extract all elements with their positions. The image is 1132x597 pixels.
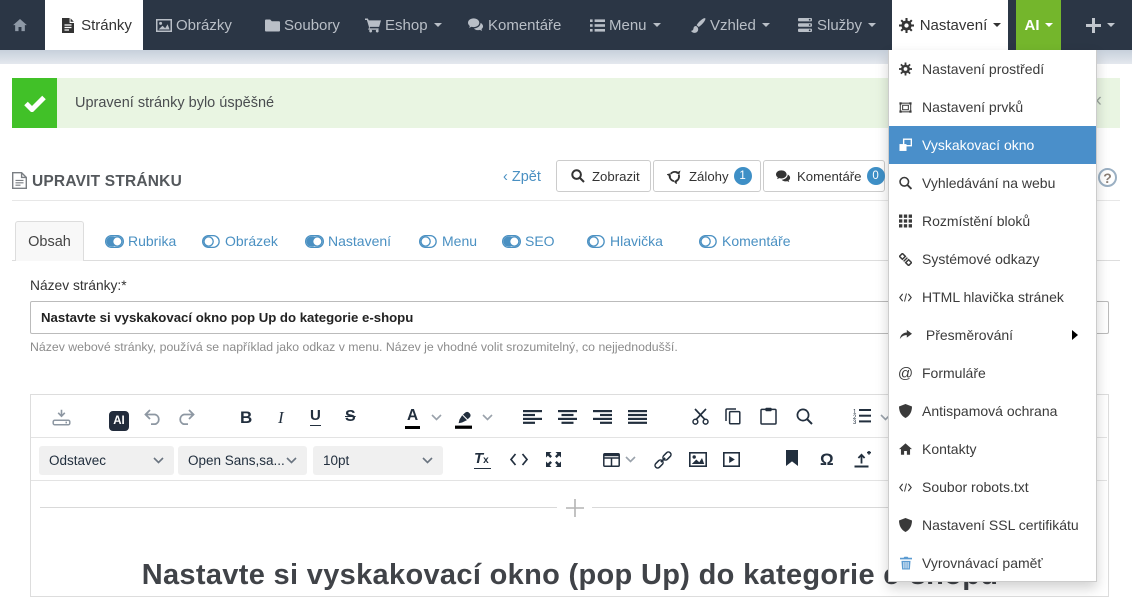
svg-text:3: 3 [853, 420, 857, 424]
